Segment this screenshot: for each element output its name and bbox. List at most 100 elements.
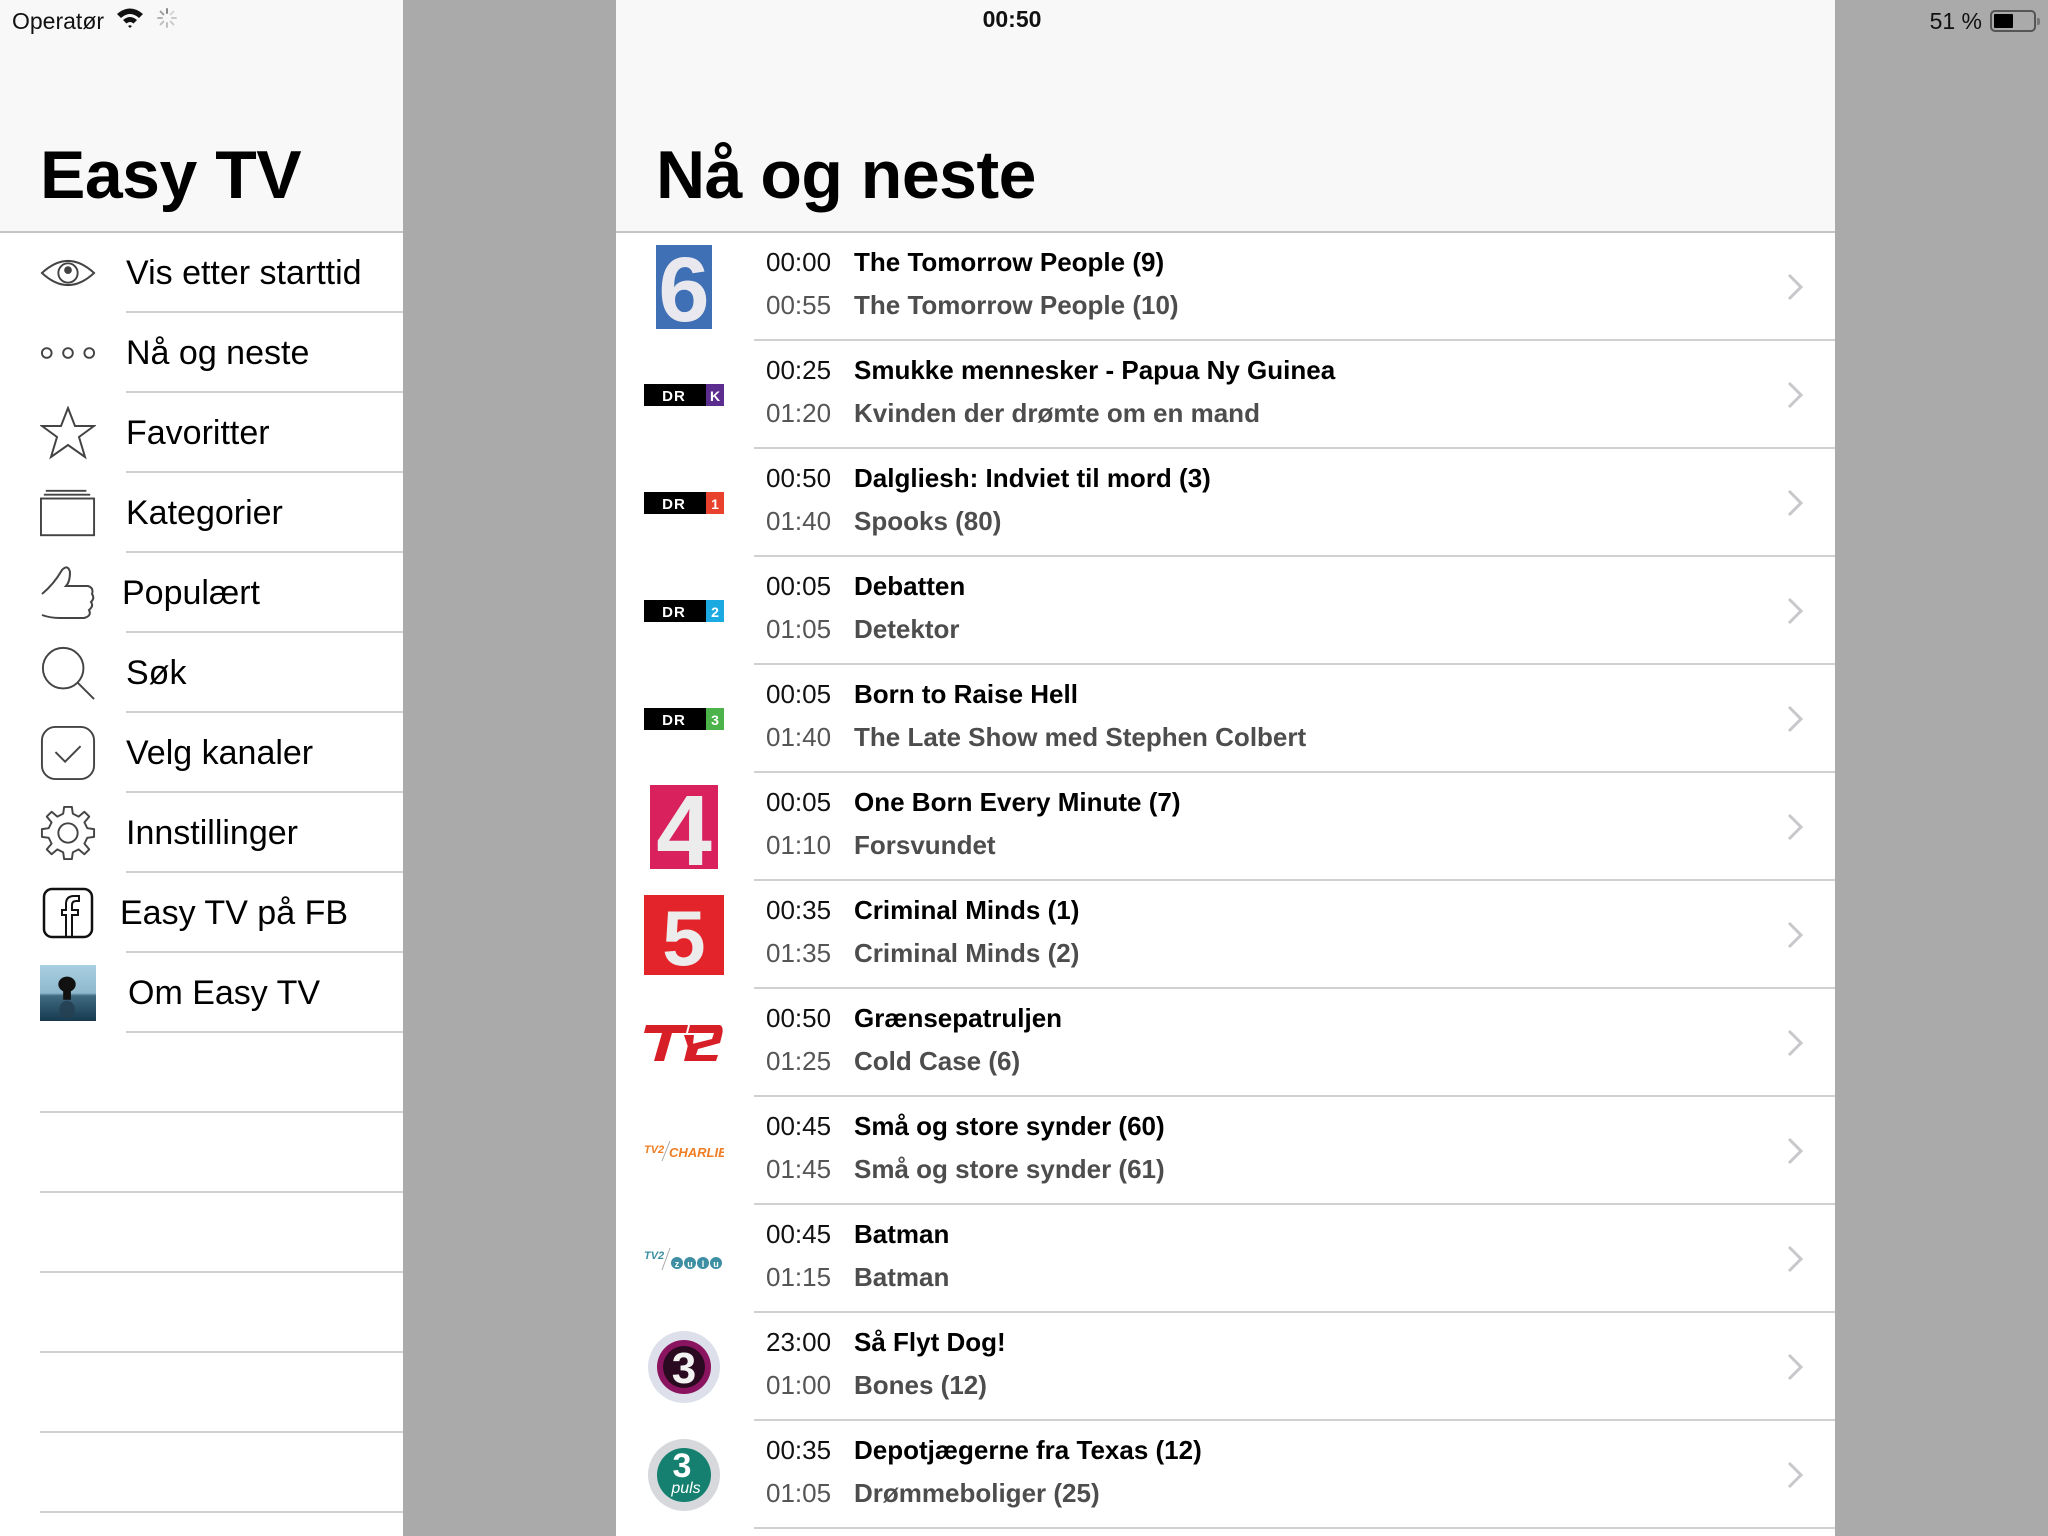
now-program: 00:05 One Born Every Minute (7) <box>766 787 1181 818</box>
status-bar-left: Operatør <box>12 6 178 36</box>
next-time: 01:45 <box>766 1154 832 1184</box>
channel-logo-dr3: DR 3 <box>644 677 724 761</box>
thumbs-up-icon <box>40 565 96 621</box>
sidebar-item-velg-kanaler[interactable]: Velg kanaler <box>0 713 403 793</box>
channel-row[interactable]: DR 3 00:05 Born to Raise Hell 01:40 The Lat… <box>616 665 1835 773</box>
svg-text:l: l <box>702 1259 705 1269</box>
channel-row[interactable]: DR 2 00:05 Debatten 01:05 Detektor <box>616 557 1835 665</box>
now-program: 00:25 Smukke mennesker - Papua Ny Guinea <box>766 355 1335 386</box>
chevron-right-icon <box>1785 1244 1805 1274</box>
channel-logo-dr1: DR 1 <box>644 461 724 545</box>
channel-row[interactable]: 3 23:00 Så Flyt Dog! 01:00 Bones (12) <box>616 1313 1835 1421</box>
sidebar-item-na-og-neste[interactable]: Nå og neste <box>0 313 403 393</box>
star-icon <box>40 405 96 461</box>
now-program: 00:50 Grænsepatruljen <box>766 1003 1062 1034</box>
eye-icon <box>40 245 96 301</box>
chevron-right-icon <box>1785 1352 1805 1382</box>
sidebar-item-vis-etter-starttid[interactable]: Vis etter starttid <box>0 233 403 313</box>
now-time: 00:45 <box>766 1111 832 1141</box>
channel-row[interactable]: 6 00:00 The Tomorrow People (9) 00:55 The … <box>616 233 1835 341</box>
channel-row[interactable]: DR K 00:25 Smukke mennesker - Papua Ny Gui… <box>616 341 1835 449</box>
next-program: 01:15 Batman <box>766 1262 949 1293</box>
wifi-icon <box>116 7 144 35</box>
next-time: 01:00 <box>766 1370 832 1400</box>
svg-text:3: 3 <box>672 1344 696 1393</box>
chevron-right-icon <box>1785 488 1805 518</box>
next-program: 01:40 The Late Show med Stephen Colbert <box>766 722 1306 753</box>
now-time: 23:00 <box>766 1327 832 1357</box>
now-title: Så Flyt Dog! <box>854 1327 1006 1357</box>
now-title: Born to Raise Hell <box>854 679 1078 709</box>
svg-text:1: 1 <box>711 496 719 512</box>
sidebar-item-innstillinger[interactable]: Innstillinger <box>0 793 403 873</box>
carrier-label: Operatør <box>12 7 105 34</box>
channel-logo-kanal-4: 4 <box>644 785 724 869</box>
now-program: 00:05 Born to Raise Hell <box>766 679 1078 710</box>
next-program: 01:35 Criminal Minds (2) <box>766 938 1079 969</box>
now-time: 00:00 <box>766 247 832 277</box>
sidebar-item-label: Om Easy TV <box>128 973 321 1012</box>
next-time: 01:15 <box>766 1262 832 1292</box>
sidebar-item-favoritter[interactable]: Favoritter <box>0 393 403 473</box>
channel-row[interactable]: TV2 z u l u 00:45 Batman 01:15 Batman <box>616 1205 1835 1313</box>
chevron-right-icon <box>1785 272 1805 302</box>
next-program: 01:20 Kvinden der drømte om en mand <box>766 398 1260 429</box>
now-time: 00:45 <box>766 1219 832 1249</box>
sidebar-item-easy-tv-fb[interactable]: Easy TV på FB <box>0 873 403 953</box>
three-dots-icon <box>40 325 96 381</box>
channel-row[interactable]: DR 1 00:50 Dalgliesh: Indviet til mord (3)… <box>616 449 1835 557</box>
empty-row <box>0 1273 403 1353</box>
sidebar-item-kategorier[interactable]: Kategorier <box>0 473 403 553</box>
svg-text:TV2: TV2 <box>644 1250 664 1262</box>
channel-row[interactable]: 00:50 Grænsepatruljen 01:25 Cold Case (6) <box>616 989 1835 1097</box>
svg-text:5: 5 <box>662 895 705 975</box>
facebook-icon <box>40 885 96 941</box>
sidebar-item-sok[interactable]: Søk <box>0 633 403 713</box>
empty-row <box>0 1353 403 1433</box>
now-title: Batman <box>854 1219 950 1249</box>
svg-text:z: z <box>675 1259 680 1269</box>
empty-row <box>0 1193 403 1273</box>
next-program: 01:40 Spooks (80) <box>766 506 1001 537</box>
next-title: Forsvundet <box>854 830 996 860</box>
now-title: Debatten <box>854 571 966 601</box>
empty-row <box>0 1033 403 1113</box>
sidebar-item-label: Nå og neste <box>126 333 310 372</box>
now-time: 00:05 <box>766 571 832 601</box>
sidebar-item-om-easy-tv[interactable]: Om Easy TV <box>0 953 403 1033</box>
next-time: 01:05 <box>766 1478 832 1508</box>
next-title: Små og store synder (61) <box>854 1154 1165 1184</box>
next-title: Drømmeboliger (25) <box>854 1478 1100 1508</box>
now-program: 00:45 Små og store synder (60) <box>766 1111 1165 1142</box>
now-time: 00:35 <box>766 1435 832 1465</box>
channel-row[interactable]: 4 00:05 One Born Every Minute (7) 01:10 Fo… <box>616 773 1835 881</box>
svg-text:DR: DR <box>662 712 686 729</box>
now-time: 00:05 <box>766 679 832 709</box>
channel-row[interactable]: 5 00:35 Criminal Minds (1) 01:35 Criminal … <box>616 881 1835 989</box>
now-program: 00:50 Dalgliesh: Indviet til mord (3) <box>766 463 1211 494</box>
channel-list: 6 00:00 The Tomorrow People (9) 00:55 The … <box>616 233 1835 1529</box>
sidebar-item-label: Vis etter starttid <box>126 253 362 292</box>
chevron-right-icon <box>1785 704 1805 734</box>
channel-logo-tv-2-charlie: TV2 CHARLIE <box>644 1109 724 1193</box>
gear-icon <box>40 805 96 861</box>
next-title: Criminal Minds (2) <box>854 938 1080 968</box>
channel-row[interactable]: TV2 CHARLIE 00:45 Små og store synder (60)… <box>616 1097 1835 1205</box>
next-title: Bones (12) <box>854 1370 987 1400</box>
next-title: Batman <box>854 1262 950 1292</box>
now-title: Smukke mennesker - Papua Ny Guinea <box>854 355 1336 385</box>
channel-logo-dr-k: DR K <box>644 353 724 437</box>
sidebar-item-label: Velg kanaler <box>126 733 314 772</box>
now-title: The Tomorrow People (9) <box>854 247 1165 277</box>
svg-text:DR: DR <box>662 496 686 513</box>
next-title: Kvinden der drømte om en mand <box>854 398 1260 428</box>
battery-percent: 51 % <box>1929 7 1982 34</box>
now-program: 00:45 Batman <box>766 1219 949 1250</box>
main-panel: Nå og neste 6 00:00 The Tomorrow People (… <box>616 0 1835 1536</box>
sidebar-title: Easy TV <box>40 137 302 213</box>
checkbox-icon <box>40 725 96 781</box>
chevron-right-icon <box>1785 812 1805 842</box>
channel-logo-tv-2 <box>644 1001 724 1085</box>
sidebar-item-populaert[interactable]: Populært <box>0 553 403 633</box>
channel-row[interactable]: 3 puls 00:35 Depotjægerne fra Texas (12) 0… <box>616 1421 1835 1529</box>
